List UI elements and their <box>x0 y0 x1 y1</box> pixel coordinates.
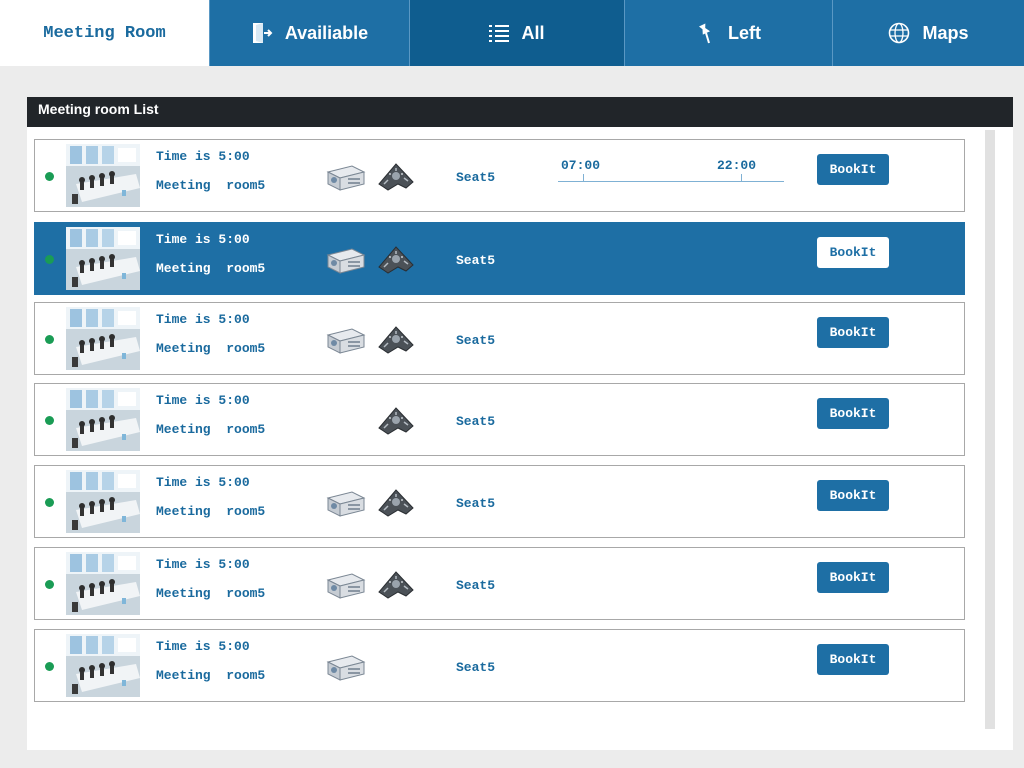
tab-label: Availiable <box>284 22 369 43</box>
room-row[interactable]: Time is 5:00 Meeting room5 Seat5 BookIt <box>34 547 965 620</box>
room-time: Time is 5:00 <box>156 475 250 490</box>
book-it-button[interactable]: BookIt <box>817 562 889 593</box>
projector-icon <box>326 486 366 520</box>
book-it-button[interactable]: BookIt <box>817 398 889 429</box>
projector-icon <box>326 243 366 277</box>
tab-maps[interactable]: Maps <box>832 0 1024 66</box>
conference-phone-icon <box>376 404 416 438</box>
room-time: Time is 5:00 <box>156 393 250 408</box>
room-seats: Seat5 <box>456 414 496 429</box>
tab-label: All <box>521 22 545 43</box>
status-dot <box>45 416 54 425</box>
projector-icon <box>326 323 366 357</box>
conference-phone-icon <box>376 160 416 194</box>
room-name: Meeting room5 <box>156 504 266 519</box>
tab-all[interactable]: All <box>409 0 624 66</box>
projector-icon <box>326 160 366 194</box>
room-name: Meeting room5 <box>156 586 266 601</box>
meeting-room-panel: Meeting room List Time is 5:00 Meeting r… <box>27 97 1013 750</box>
room-time: Time is 5:00 <box>156 639 250 654</box>
status-dot <box>45 662 54 671</box>
book-it-button[interactable]: BookIt <box>817 154 889 185</box>
room-name: Meeting room5 <box>156 261 266 276</box>
status-dot <box>45 335 54 344</box>
room-photo <box>66 307 140 370</box>
scrollbar[interactable] <box>985 130 995 729</box>
room-name: Meeting room5 <box>156 178 266 193</box>
book-it-button[interactable]: BookIt <box>817 317 889 348</box>
tab-label: Left <box>728 22 761 43</box>
room-time: Time is 5:00 <box>156 312 250 327</box>
availability-timeline: 07:00 22:00 <box>558 158 786 182</box>
tab-available[interactable]: Availiable <box>209 0 409 66</box>
room-photo <box>66 388 140 451</box>
room-seats: Seat5 <box>456 333 496 348</box>
room-seats: Seat5 <box>456 496 496 511</box>
status-dot <box>45 498 54 507</box>
room-time: Time is 5:00 <box>156 232 250 247</box>
projector-icon <box>326 650 366 684</box>
room-name: Meeting room5 <box>156 341 266 356</box>
status-dot <box>45 172 54 181</box>
room-row[interactable]: Time is 5:00 Meeting room5 Seat5 BookIt <box>34 629 965 702</box>
room-photo <box>66 227 140 290</box>
tab-left[interactable]: Left <box>624 0 832 66</box>
conference-phone-icon <box>376 243 416 277</box>
room-seats: Seat5 <box>456 578 496 593</box>
pin-icon <box>696 22 716 44</box>
conference-phone-icon <box>376 568 416 602</box>
timeline-tick <box>741 174 742 181</box>
top-navigation: Meeting Room Availiable All Left Maps <box>0 0 1024 66</box>
room-photo <box>66 470 140 533</box>
room-time: Time is 5:00 <box>156 149 250 164</box>
status-dot <box>45 255 54 264</box>
timeline-end: 22:00 <box>717 158 757 173</box>
status-dot <box>45 580 54 589</box>
room-seats: Seat5 <box>456 253 496 268</box>
door-exit-icon <box>251 21 273 45</box>
app-title: Meeting Room <box>0 0 209 66</box>
room-row[interactable]: Time is 5:00 Meeting room5 Seat5 BookIt <box>34 222 965 295</box>
projector-icon <box>326 568 366 602</box>
timeline-line <box>558 181 784 182</box>
room-name: Meeting room5 <box>156 668 266 683</box>
room-row[interactable]: Time is 5:00 Meeting room5 Seat5 BookIt <box>34 302 965 375</box>
tab-label: Maps <box>922 22 969 43</box>
panel-title: Meeting room List <box>27 97 1013 127</box>
globe-icon <box>888 22 910 44</box>
room-photo <box>66 144 140 207</box>
conference-phone-icon <box>376 323 416 357</box>
book-it-button[interactable]: BookIt <box>817 480 889 511</box>
book-it-button[interactable]: BookIt <box>817 644 889 675</box>
room-row[interactable]: Time is 5:00 Meeting room5 Seat5 BookIt <box>34 383 965 456</box>
room-time: Time is 5:00 <box>156 557 250 572</box>
conference-phone-icon <box>376 486 416 520</box>
room-row[interactable]: Time is 5:00 Meeting room5 Seat5 07:00 2… <box>34 139 965 212</box>
room-photo <box>66 552 140 615</box>
list-icon <box>489 24 510 42</box>
room-seats: Seat5 <box>456 660 496 675</box>
timeline-tick <box>583 174 584 181</box>
book-it-button[interactable]: BookIt <box>817 237 889 268</box>
room-photo <box>66 634 140 697</box>
room-seats: Seat5 <box>456 170 496 185</box>
room-name: Meeting room5 <box>156 422 266 437</box>
timeline-start: 07:00 <box>561 158 601 173</box>
room-row[interactable]: Time is 5:00 Meeting room5 Seat5 BookIt <box>34 465 965 538</box>
